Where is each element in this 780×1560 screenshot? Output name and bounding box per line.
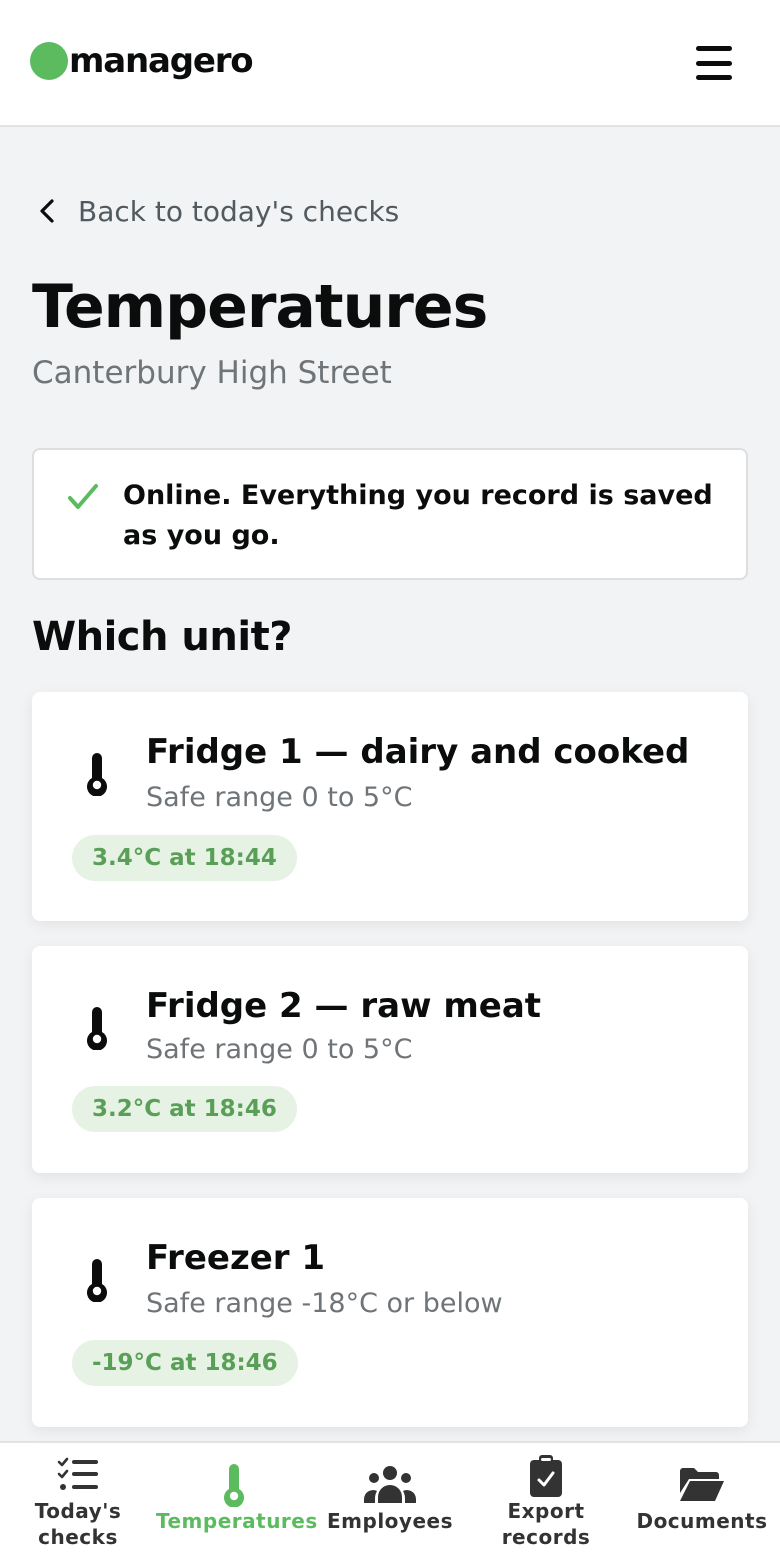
nav-label-line2: checks — [38, 1525, 118, 1549]
page-subtitle: Canterbury High Street — [32, 355, 392, 391]
checklist-icon — [57, 1457, 98, 1490]
nav-item-todays-checks[interactable]: Today's checks — [0, 1443, 156, 1560]
thermometer-icon — [87, 753, 107, 796]
nav-item-export-records[interactable]: Export records — [468, 1443, 624, 1560]
unit-card-fridge-1[interactable]: Fridge 1 — dairy and cooked Safe range 0… — [32, 692, 748, 921]
unit-safe-range: Safe range 0 to 5°C — [146, 1034, 413, 1065]
logo-text: managero — [69, 41, 254, 81]
section-title: Which unit? — [32, 614, 292, 660]
page-title: Temperatures — [32, 272, 488, 342]
latest-reading-badge: -19°C at 18:46 — [72, 1340, 298, 1386]
bottom-navigation: Today's checks Temperatures Employees Ex… — [0, 1441, 780, 1560]
latest-reading-badge: 3.4°C at 18:44 — [72, 835, 297, 881]
unit-card-fridge-2[interactable]: Fridge 2 — raw meat Safe range 0 to 5°C … — [32, 946, 748, 1173]
logo-dot-icon — [30, 42, 68, 80]
managero-logo[interactable]: managero — [30, 41, 254, 81]
thermometer-icon — [87, 1007, 107, 1050]
online-status-banner: Online. Everything you record is saved a… — [32, 448, 748, 580]
unit-name: Fridge 2 — raw meat — [146, 986, 542, 1026]
check-icon — [68, 484, 98, 509]
unit-safe-range: Safe range -18°C or below — [146, 1288, 503, 1319]
thermometer-icon — [224, 1464, 244, 1507]
hamburger-menu-icon[interactable] — [696, 46, 732, 80]
nav-label-line1: Export — [507, 1499, 585, 1523]
users-icon — [364, 1466, 416, 1503]
back-link-label: Back to today's checks — [78, 194, 400, 228]
latest-reading-badge: 3.2°C at 18:46 — [72, 1086, 297, 1132]
nav-label-line1: Today's — [34, 1499, 122, 1523]
nav-label: Temperatures — [156, 1509, 318, 1533]
unit-name: Freezer 1 — [146, 1238, 326, 1278]
nav-item-documents[interactable]: Documents — [624, 1443, 780, 1560]
unit-name: Fridge 1 — dairy and cooked — [146, 732, 690, 772]
thermometer-icon — [87, 1259, 107, 1302]
nav-label-line2: records — [501, 1525, 591, 1549]
clipboard-check-icon — [530, 1455, 562, 1497]
back-to-checks-link[interactable]: Back to today's checks — [36, 194, 399, 228]
status-text: Online. Everything you record is saved a… — [123, 480, 713, 551]
nav-label: Employees — [327, 1509, 453, 1533]
nav-label: Documents — [636, 1509, 768, 1533]
app-header: managero — [0, 0, 780, 127]
folder-open-icon — [680, 1468, 724, 1501]
nav-item-temperatures[interactable]: Temperatures — [156, 1443, 318, 1560]
unit-safe-range: Safe range 0 to 5°C — [146, 782, 413, 813]
unit-card-freezer-1[interactable]: Freezer 1 Safe range -18°C or below -19°… — [32, 1198, 748, 1427]
chevron-left-icon — [40, 199, 54, 223]
nav-item-employees[interactable]: Employees — [312, 1443, 468, 1560]
